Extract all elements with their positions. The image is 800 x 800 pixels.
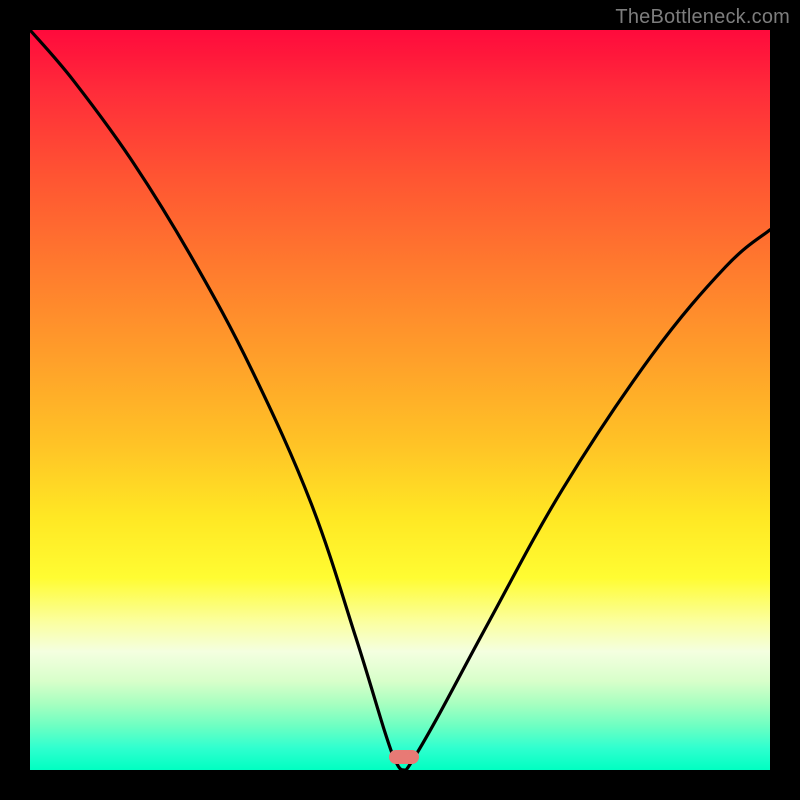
watermark-text: TheBottleneck.com [615,6,790,29]
chart-frame: TheBottleneck.com [0,0,800,800]
plot-area [30,30,770,770]
curve-svg [30,30,770,770]
bottleneck-curve [30,30,770,770]
minimum-marker [389,750,419,764]
